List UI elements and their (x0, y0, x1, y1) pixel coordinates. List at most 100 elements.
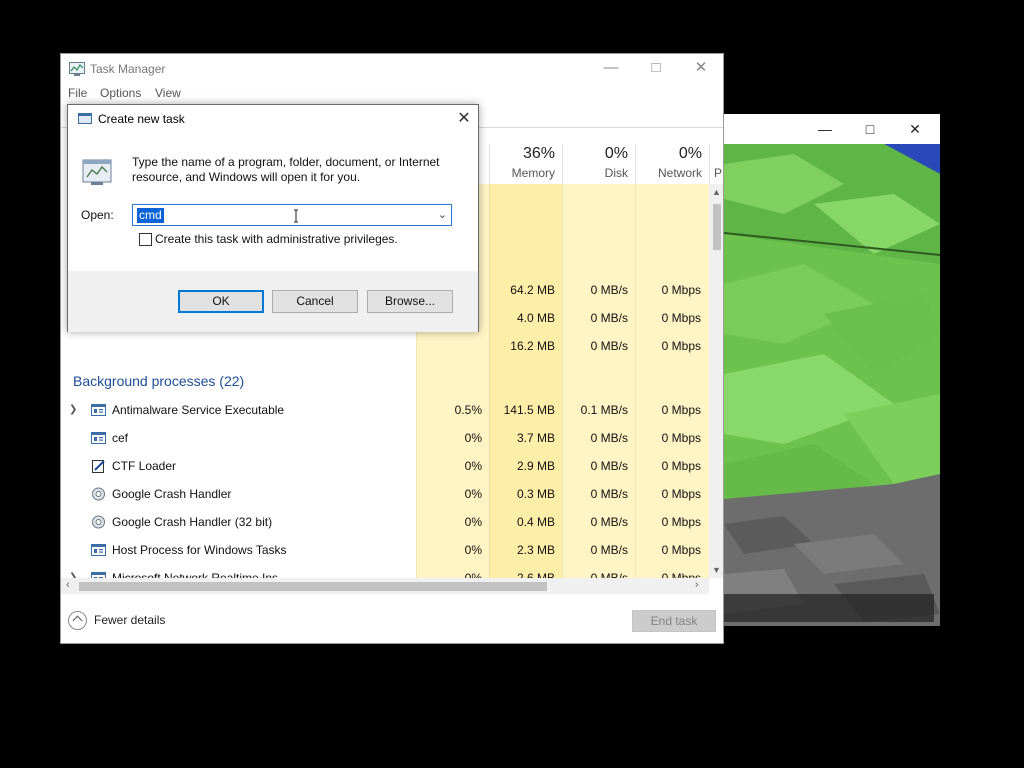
chevron-up-icon (68, 610, 87, 630)
table-row[interactable]: ❯ Antimalware Service Executable 0.5% 141.5… (61, 396, 709, 424)
browse-button[interactable]: Browse... (367, 290, 453, 313)
network-cell: 0 Mbps (661, 311, 701, 325)
disk-cell: 0 MB/s (590, 431, 628, 445)
process-name: Antimalware Service Executable (112, 403, 285, 417)
disk-cell: 0 MB/s (590, 339, 628, 353)
open-label: Open: (81, 208, 114, 222)
game-window[interactable]: — □ ✕ (724, 114, 940, 626)
scroll-right-icon[interactable]: › (695, 579, 699, 591)
task-manager-icon (69, 62, 85, 76)
disk-cell: 0 MB/s (590, 459, 628, 473)
task-manager-titlebar[interactable]: Task Manager — □ ✕ (61, 54, 723, 84)
cpu-cell: 0% (464, 515, 482, 529)
footer: Fewer details End task (61, 596, 723, 643)
open-combobox[interactable]: cmd ⌄ (132, 204, 452, 226)
cpu-cell: 0% (464, 571, 482, 578)
service-window-icon (91, 403, 106, 417)
table-row[interactable]: Google Crash Handler (32 bit) 0% 0.4 MB 0 M… (61, 508, 709, 536)
disk-cell: 0 MB/s (590, 543, 628, 557)
disk-percent: 0% (604, 145, 628, 162)
power-label: P (714, 166, 723, 180)
column-header-disk[interactable]: 0% Disk (562, 144, 635, 184)
section-title: Background processes (22) (73, 373, 245, 389)
horizontal-scrollbar[interactable]: ‹ › (61, 578, 709, 594)
service-window-icon (91, 543, 106, 557)
gear-disc-icon (91, 515, 106, 529)
create-new-task-dialog[interactable]: Create new task ✕ Type the name of a pro… (67, 104, 479, 332)
open-input-value[interactable]: cmd (137, 208, 164, 223)
network-cell: 0 Mbps (661, 515, 701, 529)
column-header-power[interactable]: P (709, 144, 723, 184)
cancel-button[interactable]: Cancel (272, 290, 358, 313)
disk-cell: 0.1 MB/s (580, 403, 628, 417)
process-name: cef (112, 431, 129, 445)
memory-cell: 3.7 MB (516, 431, 555, 445)
close-icon[interactable]: ✕ (691, 59, 711, 77)
expand-chevron-icon[interactable]: ❯ (69, 404, 77, 415)
memory-cell: 0.3 MB (516, 487, 555, 501)
close-icon[interactable]: ✕ (906, 120, 924, 138)
network-cell: 0 Mbps (661, 339, 701, 353)
table-row[interactable]: Google Crash Handler 0% 0.3 MB 0 MB/s 0 Mbps (61, 480, 709, 508)
process-name: Microsoft Network Realtime Ins... (112, 571, 289, 578)
menu-options[interactable]: Options (100, 86, 141, 100)
dialog-titlebar[interactable]: Create new task ✕ (68, 105, 478, 133)
disk-label: Disk (604, 166, 628, 180)
table-row[interactable]: 16.2 MB 0 MB/s 0 Mbps (61, 332, 709, 360)
background-processes-header[interactable]: Background processes (22) (61, 368, 709, 396)
process-name: Host Process for Windows Tasks (112, 543, 287, 557)
admin-privileges-checkbox[interactable] (139, 233, 152, 246)
table-row[interactable]: Host Process for Windows Tasks 0% 2.3 MB 0 … (61, 536, 709, 564)
end-task-button[interactable]: End task (632, 610, 716, 632)
network-cell: 0 Mbps (661, 403, 701, 417)
column-header-memory[interactable]: 36% Memory (489, 144, 562, 184)
game-viewport[interactable] (724, 144, 940, 626)
cpu-cell: 0.5% (454, 403, 482, 417)
memory-label: Memory (511, 166, 555, 180)
ok-button[interactable]: OK (178, 290, 264, 313)
menu-file[interactable]: File (68, 86, 87, 100)
disk-cell: 0 MB/s (590, 487, 628, 501)
table-row[interactable]: CTF Loader 0% 2.9 MB 0 MB/s 0 Mbps (61, 452, 709, 480)
minimize-icon[interactable]: — (816, 120, 834, 138)
fewer-details-label: Fewer details (94, 613, 166, 627)
cpu-cell: 0% (464, 431, 482, 445)
scroll-down-icon[interactable]: ▼ (712, 565, 721, 575)
process-name: CTF Loader (112, 459, 177, 473)
maximize-icon[interactable]: □ (646, 59, 666, 77)
scroll-left-icon[interactable]: ‹ (66, 579, 70, 591)
pen-notepad-icon (91, 459, 106, 473)
minimize-icon[interactable]: — (601, 59, 621, 77)
fewer-details-button[interactable]: Fewer details (68, 610, 165, 630)
process-name: Google Crash Handler (32 bit) (112, 515, 273, 529)
cpu-cell: 0% (464, 459, 482, 473)
menu-bar: File Options View (61, 84, 723, 104)
horizontal-scroll-thumb[interactable] (79, 582, 547, 591)
maximize-icon[interactable]: □ (861, 120, 879, 138)
memory-cell: 64.2 MB (510, 283, 555, 297)
dialog-description: Type the name of a program, folder, docu… (132, 155, 440, 184)
memory-cell: 4.0 MB (516, 311, 555, 325)
table-row[interactable]: ❯ Microsoft Network Realtime Ins... 0% 2.6 … (61, 564, 709, 578)
network-cell: 0 Mbps (661, 571, 701, 578)
gear-disc-icon (91, 487, 106, 501)
game-titlebar[interactable]: — □ ✕ (724, 114, 940, 144)
service-window-icon (91, 571, 106, 578)
voxel-grass-scene (724, 144, 940, 626)
scroll-up-icon[interactable]: ▲ (712, 187, 721, 197)
dialog-title: Create new task (98, 112, 185, 126)
table-row[interactable]: cef 0% 3.7 MB 0 MB/s 0 Mbps (61, 424, 709, 452)
memory-cell: 0.4 MB (516, 515, 555, 529)
chevron-down-icon[interactable]: ⌄ (438, 208, 447, 221)
vertical-scrollbar[interactable]: ▲ ▼ (709, 184, 723, 578)
disk-cell: 0 MB/s (590, 515, 628, 529)
service-window-icon (91, 431, 106, 445)
vertical-scroll-thumb[interactable] (713, 204, 721, 250)
cpu-cell: 0% (464, 487, 482, 501)
close-icon[interactable]: ✕ (454, 110, 474, 128)
menu-view[interactable]: View (155, 86, 181, 100)
network-cell: 0 Mbps (661, 283, 701, 297)
column-header-network[interactable]: 0% Network (635, 144, 709, 184)
disk-cell: 0 MB/s (590, 283, 628, 297)
admin-privileges-label[interactable]: Create this task with administrative pri… (155, 232, 398, 246)
